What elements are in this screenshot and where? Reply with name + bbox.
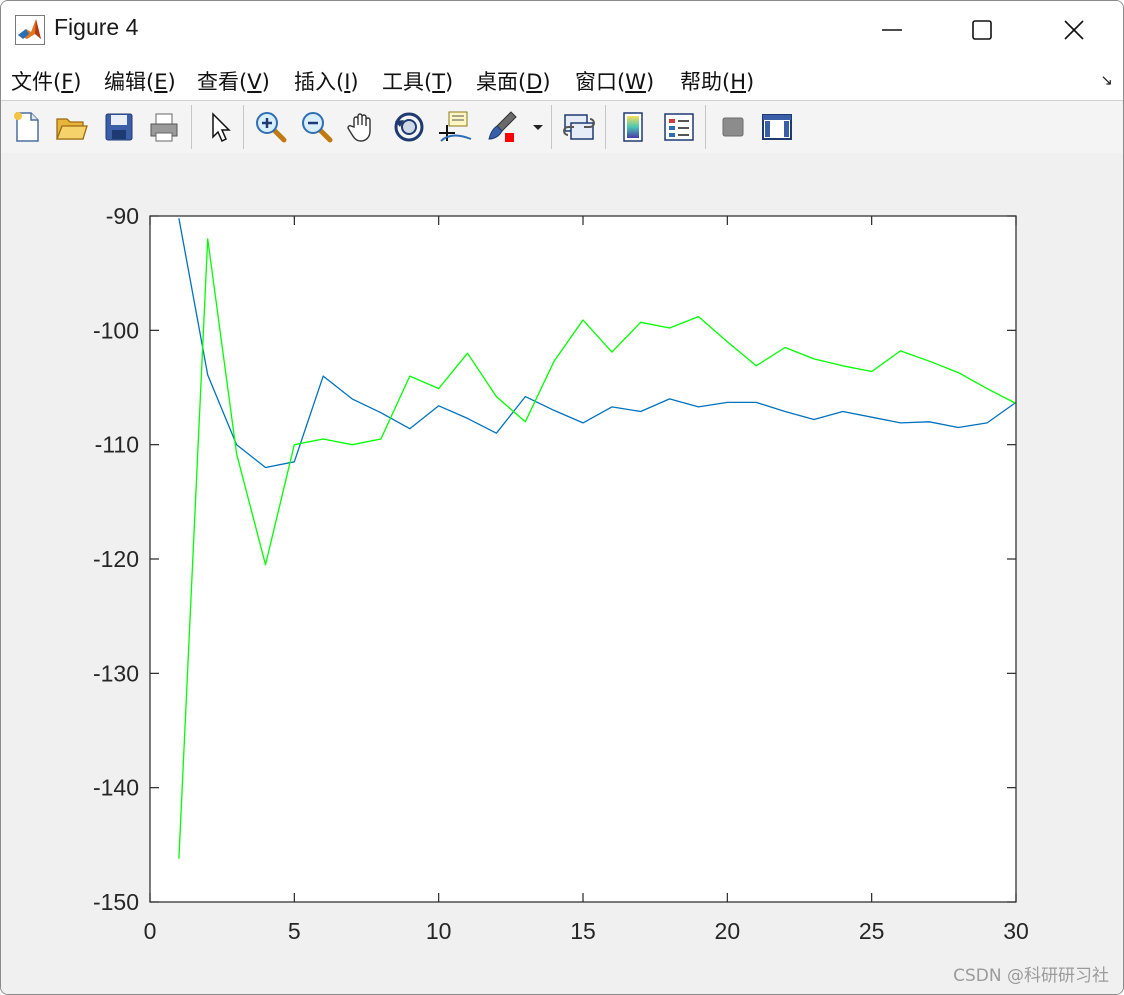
new-figure-icon [14, 112, 39, 142]
data-cursor-button[interactable] [437, 109, 473, 145]
rotate-3d-button[interactable] [391, 109, 427, 145]
menu-desktop[interactable]: 桌面(D) [476, 66, 551, 96]
toolbar-separator [605, 105, 606, 149]
hide-plot-tools-button[interactable] [715, 109, 751, 145]
y-tick-label: -130 [93, 660, 139, 686]
colorbar-button[interactable] [615, 109, 651, 145]
save-icon [105, 113, 133, 141]
y-tick-label: -100 [93, 317, 139, 343]
toolbar-separator [551, 105, 552, 149]
menu-tools[interactable]: 工具(T) [382, 66, 453, 96]
legend-button[interactable] [661, 109, 697, 145]
brush-button[interactable] [485, 109, 521, 145]
matlab-logo-icon [15, 15, 45, 45]
menu-dock-arrow-icon[interactable]: ↘ [1100, 71, 1113, 89]
axes-background [150, 216, 1016, 902]
y-tick-label: -140 [93, 775, 139, 801]
y-tick-label: -120 [93, 546, 139, 572]
zoom-out-icon [302, 112, 333, 143]
edit-plot-button[interactable] [203, 109, 239, 145]
open-file-button[interactable] [53, 109, 89, 145]
x-tick-label: 5 [288, 918, 301, 944]
show-plot-tools-button[interactable] [759, 109, 795, 145]
toolbar-separator [705, 105, 706, 149]
brush-icon [488, 111, 517, 142]
menu-view[interactable]: 查看(V) [197, 66, 270, 96]
minimize-icon [882, 29, 902, 31]
figure-toolbar [1, 100, 1123, 154]
pan-hand-icon [347, 113, 371, 142]
minimize-button[interactable] [847, 5, 937, 55]
zoom-out-button[interactable] [299, 109, 335, 145]
x-tick-label: 15 [570, 918, 596, 944]
menu-insert[interactable]: 插入(I) [294, 66, 359, 96]
print-icon [150, 113, 178, 142]
maximize-button[interactable] [937, 5, 1027, 55]
data-cursor-icon [439, 111, 472, 142]
figure-window: Figure 4 文件(F) 编辑(E) 查看(V) 插入(I) 工具(T) 桌… [0, 0, 1124, 995]
maximize-icon [972, 20, 992, 40]
brush-dropdown-icon [533, 125, 543, 130]
watermark-text: CSDN @科研研习社 [953, 966, 1109, 986]
y-tick-label: -150 [93, 889, 139, 915]
zoom-in-icon [256, 112, 287, 143]
edit-plot-arrow-icon [212, 112, 231, 143]
x-tick-label: 20 [715, 918, 741, 944]
print-button[interactable] [146, 109, 182, 145]
link-plot-icon [563, 114, 595, 140]
new-figure-button[interactable] [9, 109, 45, 145]
menu-window[interactable]: 窗口(W) [575, 66, 654, 96]
y-tick-label: -110 [95, 432, 139, 458]
menu-edit[interactable]: 编辑(E) [104, 66, 176, 96]
zoom-in-button[interactable] [253, 109, 289, 145]
show-plot-tools-icon [762, 114, 792, 140]
rotate-3d-icon [394, 112, 424, 142]
hide-plot-tools-icon [722, 117, 744, 137]
colorbar-icon [623, 112, 643, 142]
open-file-icon [56, 118, 88, 140]
link-plot-button[interactable] [561, 109, 597, 145]
toolbar-separator [191, 105, 192, 149]
menu-file[interactable]: 文件(F) [11, 66, 82, 96]
save-button[interactable] [101, 109, 137, 145]
toolbar-separator [243, 105, 244, 149]
window-title: Figure 4 [54, 14, 139, 40]
x-tick-label: 25 [859, 918, 885, 944]
close-button[interactable] [1029, 5, 1119, 55]
x-tick-label: 0 [144, 918, 157, 944]
legend-icon [664, 113, 694, 141]
pan-button[interactable] [345, 109, 381, 145]
menu-help[interactable]: 帮助(H) [680, 66, 754, 96]
close-icon [1064, 20, 1084, 40]
x-tick-label: 10 [426, 918, 452, 944]
line-chart[interactable]: 0 5 10 15 20 25 30 -90 -100 -110 -120 -130 -140 -150 [1, 153, 1123, 994]
title-bar[interactable]: Figure 4 [1, 1, 1123, 59]
y-tick-label: -90 [106, 203, 139, 229]
figure-canvas[interactable]: 0 5 10 15 20 25 30 -90 -100 -110 -120 -130 -140 -150 [1, 153, 1123, 994]
x-tick-label: 30 [1003, 918, 1029, 944]
brush-dropdown-button[interactable] [529, 109, 547, 145]
menu-bar: 文件(F) 编辑(E) 查看(V) 插入(I) 工具(T) 桌面(D) 窗口(W… [1, 59, 1123, 100]
